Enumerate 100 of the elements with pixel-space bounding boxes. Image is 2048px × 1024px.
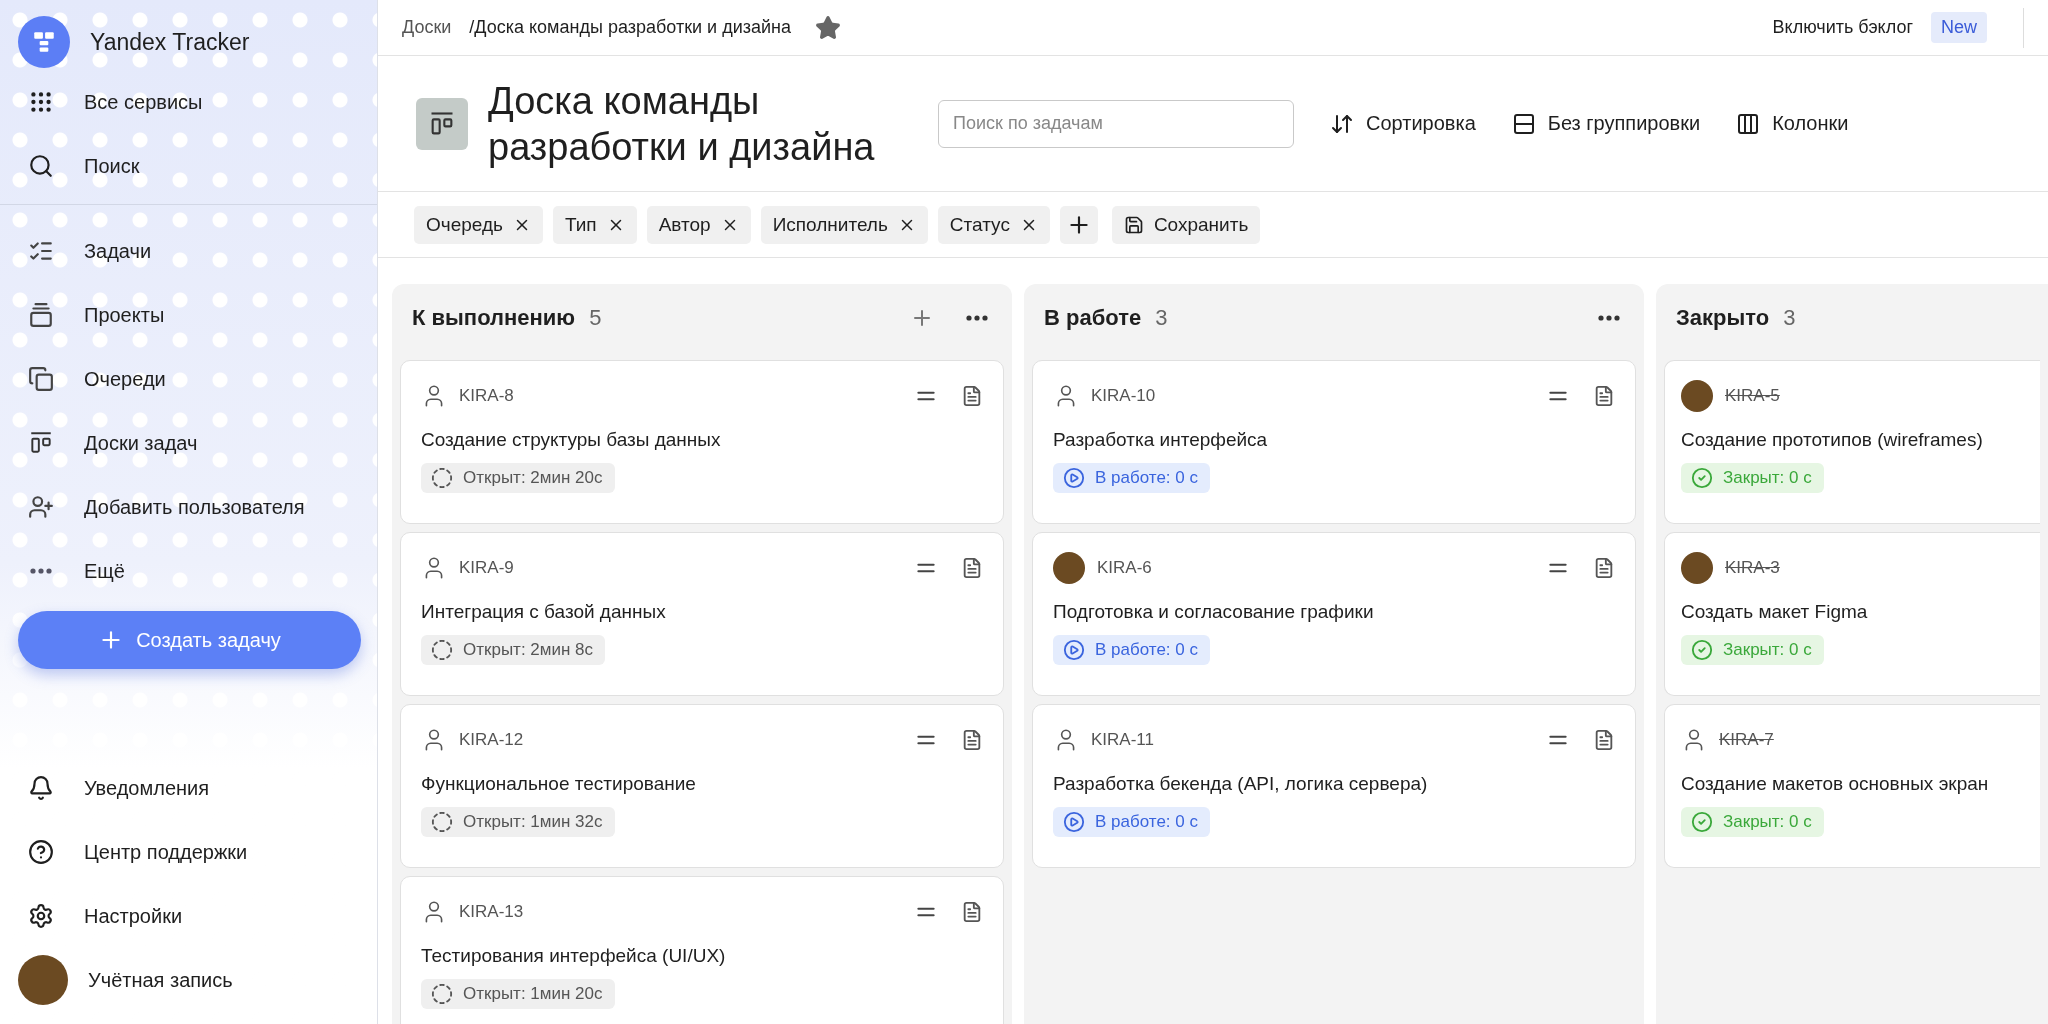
status-badge: Закрыт: 0 с xyxy=(1681,807,1824,837)
grouping-button[interactable]: Без группировки xyxy=(1511,111,1701,136)
stack-icon xyxy=(28,302,54,328)
task-card[interactable]: KIRA-5 Создание прототипов (wireframes) Закрыт: 0 с xyxy=(1664,360,2040,524)
column-count: 3 xyxy=(1155,305,1168,331)
grid-icon xyxy=(28,89,54,115)
sidebar-item[interactable]: Очереди xyxy=(18,347,361,411)
task-card[interactable]: KIRA-8 Создание структуры базы данных Открыт: 2мин 20с xyxy=(400,360,1004,524)
star-icon[interactable] xyxy=(814,14,841,41)
more-icon xyxy=(966,315,988,321)
task-key[interactable]: KIRA-13 xyxy=(459,902,524,922)
add-filter-button[interactable] xyxy=(1059,205,1098,244)
play-icon xyxy=(1063,467,1085,489)
backlog-link[interactable]: Включить бэклог xyxy=(1772,17,1913,38)
sidebar-item[interactable]: Проекты xyxy=(18,283,361,347)
task-key[interactable]: KIRA-3 xyxy=(1725,558,1780,578)
task-title: Создать макет Figma xyxy=(1681,601,1868,623)
board-icon xyxy=(416,97,468,150)
columns-icon xyxy=(1736,111,1761,136)
document-icon[interactable] xyxy=(1593,557,1615,579)
sidebar-item[interactable]: Задачи xyxy=(18,219,361,283)
dashed-circle-icon xyxy=(431,983,453,1005)
brand-name: Yandex Tracker xyxy=(90,28,250,56)
task-key[interactable]: KIRA-8 xyxy=(459,386,514,406)
task-title: Подготовка и согласование графики xyxy=(1053,601,1374,623)
task-key[interactable]: KIRA-9 xyxy=(459,558,514,578)
column-title: К выполнению xyxy=(412,305,576,331)
board-icon xyxy=(28,430,54,456)
task-title: Создание прототипов (wireframes) xyxy=(1681,429,1983,451)
task-key[interactable]: KIRA-10 xyxy=(1091,386,1156,406)
sidebar-item[interactable]: Ещё xyxy=(18,539,361,603)
task-card[interactable]: KIRA-13 Тестирования интерфейса (UI/UX) Открыт: 1мин 20с xyxy=(400,876,1004,1024)
more-icon xyxy=(1598,315,1620,321)
logo-icon xyxy=(18,16,70,68)
task-key[interactable]: KIRA-7 xyxy=(1719,730,1774,750)
avatar xyxy=(18,955,68,1005)
column-title: Закрыто xyxy=(1676,305,1770,331)
columns-button[interactable]: Колонки xyxy=(1736,111,1849,136)
task-key[interactable]: KIRA-5 xyxy=(1725,386,1780,406)
play-icon xyxy=(1063,639,1085,661)
sidebar-item[interactable]: Учётная запись xyxy=(18,948,361,1012)
new-badge: New xyxy=(1931,12,1987,43)
task-card[interactable]: KIRA-7 Создание макетов основных экран Закрыт: 0 с xyxy=(1664,704,2040,868)
document-icon[interactable] xyxy=(961,385,983,407)
document-icon[interactable] xyxy=(961,901,983,923)
task-key[interactable]: KIRA-11 xyxy=(1091,730,1154,750)
column-count: 5 xyxy=(589,305,602,331)
document-icon[interactable] xyxy=(1593,729,1615,751)
task-card[interactable]: KIRA-10 Разработка интерфейса В работе: 0 с xyxy=(1032,360,1636,524)
filter-chip[interactable]: Автор xyxy=(646,205,751,244)
sort-button[interactable]: Сортировка xyxy=(1330,111,1476,136)
task-title: Разработка интерфейса xyxy=(1053,429,1268,451)
breadcrumb-link[interactable]: /Доска команды разработки и дизайна xyxy=(469,17,791,38)
search-field[interactable]: Поиск по задачам xyxy=(938,99,1294,148)
status-badge: Закрыт: 0 с xyxy=(1681,635,1824,665)
dashed-circle-icon xyxy=(431,811,453,833)
settings-icon xyxy=(28,903,54,929)
check-circle-icon xyxy=(1691,639,1713,661)
filter-chip[interactable]: Исполнитель xyxy=(760,205,928,244)
document-icon[interactable] xyxy=(961,557,983,579)
task-title: Разработка бекенда (API, логика сервера) xyxy=(1053,773,1428,795)
check-circle-icon xyxy=(1691,467,1713,489)
task-card[interactable]: KIRA-3 Создать макет Figma Закрыт: 0 с xyxy=(1664,532,2040,696)
sidebar-item[interactable]: Настройки xyxy=(18,884,361,948)
status-badge: Открыт: 1мин 32с xyxy=(421,807,615,837)
filter-chip[interactable]: Статус xyxy=(937,205,1050,244)
breadcrumb-link[interactable]: Доски xyxy=(402,17,452,38)
sidebar-item[interactable]: Центр поддержки xyxy=(18,820,361,884)
status-badge: Открыт: 1мин 20с xyxy=(421,979,615,1009)
sidebar-item[interactable]: Уведомления xyxy=(18,756,361,820)
search-icon xyxy=(28,153,54,179)
sidebar-item[interactable]: Все сервисы xyxy=(18,70,361,134)
board-title: Доска команды разработки и дизайна xyxy=(488,78,876,170)
status-badge: В работе: 0 с xyxy=(1053,463,1210,493)
rows-icon xyxy=(1511,111,1536,136)
sidebar-item[interactable]: Доски задач xyxy=(18,411,361,475)
task-card[interactable]: KIRA-9 Интеграция с базой данных Открыт: 2мин 8с xyxy=(400,532,1004,696)
help-icon xyxy=(28,839,54,865)
filter-chip[interactable]: Очередь xyxy=(414,205,543,244)
task-title: Создание макетов основных экран xyxy=(1681,773,1989,795)
column-count: 3 xyxy=(1783,305,1796,331)
column-title: В работе xyxy=(1044,305,1142,331)
save-button[interactable]: Сохранить xyxy=(1111,205,1261,244)
task-key[interactable]: KIRA-12 xyxy=(459,730,524,750)
task-card[interactable]: KIRA-11 Разработка бекенда (API, логика сервера) В работе: 0 с xyxy=(1032,704,1636,868)
more-icon xyxy=(30,568,52,574)
task-card[interactable]: KIRA-12 Функциональное тестирование Открыт: 1мин 32с xyxy=(400,704,1004,868)
sidebar-item[interactable]: Добавить пользователя xyxy=(18,475,361,539)
document-icon[interactable] xyxy=(1593,385,1615,407)
task-title: Функциональное тестирование xyxy=(421,773,696,795)
user-plus-icon xyxy=(28,494,54,520)
create-task-button[interactable]: Создать задачу xyxy=(18,611,361,669)
task-card[interactable]: KIRA-6 Подготовка и согласование графики В работе: 0 с xyxy=(1032,532,1636,696)
task-key[interactable]: KIRA-6 xyxy=(1097,558,1152,578)
task-title: Создание структуры базы данных xyxy=(421,429,721,451)
filter-chip[interactable]: Тип xyxy=(552,205,637,244)
sidebar-item[interactable]: Поиск xyxy=(18,134,361,198)
document-icon[interactable] xyxy=(961,729,983,751)
dashed-circle-icon xyxy=(431,639,453,661)
play-icon xyxy=(1063,811,1085,833)
